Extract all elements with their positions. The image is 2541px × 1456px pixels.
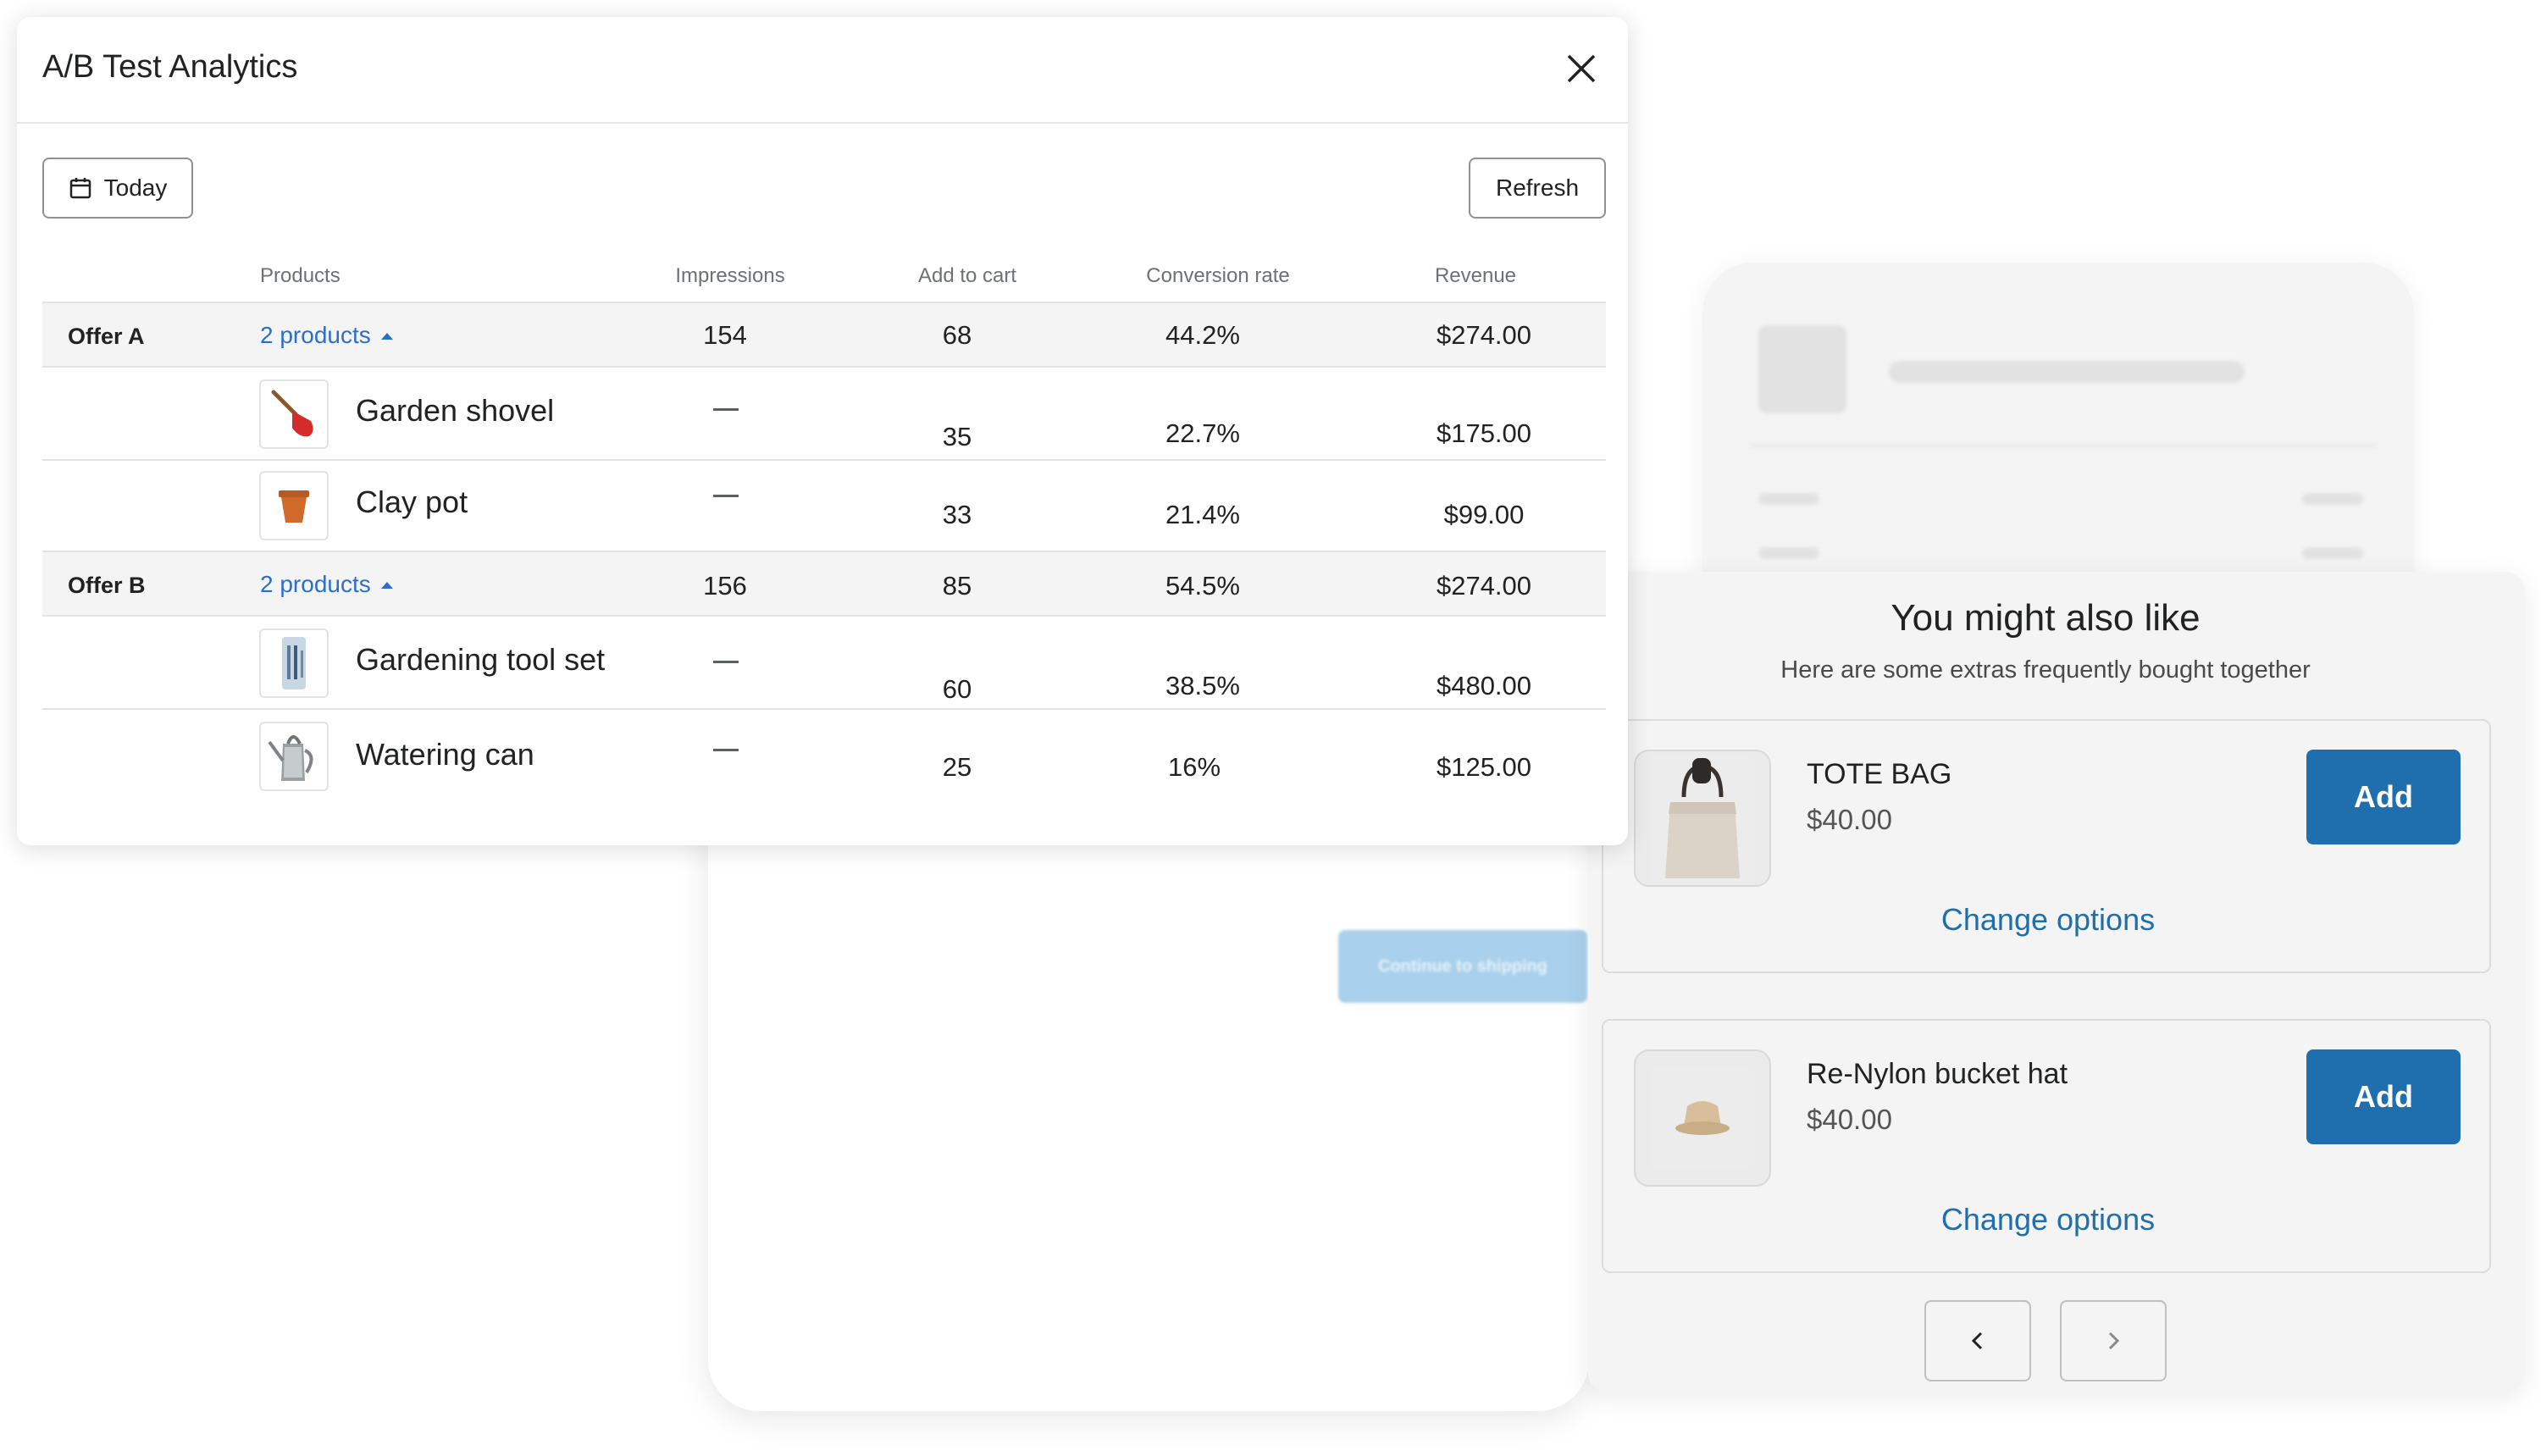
skeleton-line <box>2302 547 2363 559</box>
upsell-title: You might also like <box>1891 597 2201 639</box>
impressions-value: 154 <box>703 320 747 350</box>
table-divider <box>42 708 1606 710</box>
add-to-cart-value: 60 <box>942 674 972 704</box>
column-header-add-to-cart: Add to cart <box>917 264 1017 287</box>
change-options-link[interactable]: Change options <box>1603 1202 2493 1237</box>
skeleton-line <box>1758 493 1819 505</box>
table-divider <box>42 615 1606 617</box>
add-to-cart-value: 85 <box>942 571 972 601</box>
calendar-icon <box>69 178 91 199</box>
carousel-next-button[interactable] <box>2060 1300 2167 1381</box>
modal-header: A/B Test Analytics <box>17 17 1628 124</box>
revenue-value: $480.00 <box>1436 671 1532 700</box>
modal-title: A/B Test Analytics <box>42 49 298 85</box>
impressions-empty-dash <box>713 661 739 663</box>
clay-pot-icon <box>259 471 329 540</box>
offer-b-products-toggle[interactable]: 2 products <box>260 571 395 598</box>
upsell-item-bucket-hat: Re-Nylon bucket hat $40.00 Add Change op… <box>1602 1019 2491 1273</box>
offer-label: Offer B <box>68 573 146 598</box>
conversion-rate-value: 54.5% <box>1165 571 1240 601</box>
close-icon <box>1567 54 1596 83</box>
conversion-rate-value: 38.5% <box>1165 671 1240 700</box>
upsell-subtitle: Here are some extras frequently bought t… <box>1780 656 2311 684</box>
watering-can-icon <box>259 722 329 791</box>
impressions-empty-dash <box>713 749 739 751</box>
bucket-hat-icon <box>1634 1049 1771 1187</box>
table-divider <box>42 459 1606 461</box>
products-link-label: 2 products <box>260 322 371 348</box>
conversion-rate-value: 21.4% <box>1165 500 1240 529</box>
add-to-cart-value: 33 <box>942 500 972 529</box>
add-tote-bag-button[interactable]: Add <box>2306 750 2461 844</box>
tote-bag-icon <box>1634 750 1771 887</box>
product-name: Garden shovel <box>356 393 555 428</box>
column-header-impressions: Impressions <box>675 264 785 287</box>
refresh-button[interactable]: Refresh <box>1469 158 1606 219</box>
skeleton-text <box>1889 361 2245 383</box>
ab-test-analytics-modal: A/B Test Analytics Today Refresh Product… <box>17 17 1628 845</box>
upsell-item-tote-bag: TOTE BAG $40.00 Add Change options <box>1602 719 2491 973</box>
date-range-button[interactable]: Today <box>42 158 193 219</box>
upsell-item-price: $40.00 <box>1807 1104 1892 1135</box>
impressions-empty-dash <box>713 495 739 497</box>
caret-up-icon <box>380 333 393 340</box>
skeleton-image <box>1758 325 1846 413</box>
continue-to-shipping-button[interactable]: Continue to shipping <box>1338 930 1587 1003</box>
conversion-rate-value: 16% <box>1167 752 1221 782</box>
offer-a-products-toggle[interactable]: 2 products <box>260 322 395 349</box>
add-to-cart-value: 25 <box>942 752 972 782</box>
table-divider <box>42 366 1606 368</box>
upsell-item-price: $40.00 <box>1807 804 1892 835</box>
chevron-left-icon <box>1971 1331 1983 1350</box>
date-range-label: Today <box>103 174 168 201</box>
revenue-value: $274.00 <box>1436 320 1532 350</box>
product-name: Watering can <box>356 737 534 772</box>
upsell-item-name: Re-Nylon bucket hat <box>1807 1058 2068 1090</box>
revenue-value: $125.00 <box>1436 752 1532 782</box>
add-bucket-hat-button[interactable]: Add <box>2306 1049 2461 1144</box>
carousel-prev-button[interactable] <box>1924 1300 2031 1381</box>
skeleton-line <box>2302 493 2363 505</box>
tool-set-icon <box>259 628 329 698</box>
caret-up-icon <box>380 582 393 589</box>
skeleton-line <box>1758 547 1819 559</box>
skeleton-divider <box>1750 444 2377 447</box>
product-name: Clay pot <box>356 484 468 519</box>
change-options-link[interactable]: Change options <box>1603 902 2493 938</box>
revenue-value: $175.00 <box>1436 418 1532 448</box>
impressions-value: 156 <box>703 571 747 601</box>
column-header-products: Products <box>260 264 340 287</box>
revenue-value: $99.00 <box>1443 500 1525 529</box>
product-name: Gardening tool set <box>356 642 606 677</box>
conversion-rate-value: 22.7% <box>1165 418 1240 448</box>
upsell-item-name: TOTE BAG <box>1807 758 1952 790</box>
add-to-cart-value: 35 <box>942 422 972 451</box>
close-button[interactable] <box>1558 46 1604 91</box>
chevron-right-icon <box>2108 1331 2120 1350</box>
upsell-panel: You might also like Here are some extras… <box>1588 572 2525 1393</box>
column-header-conversion-rate: Conversion rate <box>1146 264 1290 287</box>
conversion-rate-value: 44.2% <box>1165 320 1240 350</box>
shovel-icon <box>259 379 329 449</box>
products-link-label: 2 products <box>260 571 371 597</box>
revenue-value: $274.00 <box>1436 571 1532 601</box>
column-header-revenue: Revenue <box>1434 264 1517 287</box>
add-to-cart-value: 68 <box>942 320 972 350</box>
offer-label: Offer A <box>68 324 145 349</box>
impressions-empty-dash <box>713 408 739 411</box>
